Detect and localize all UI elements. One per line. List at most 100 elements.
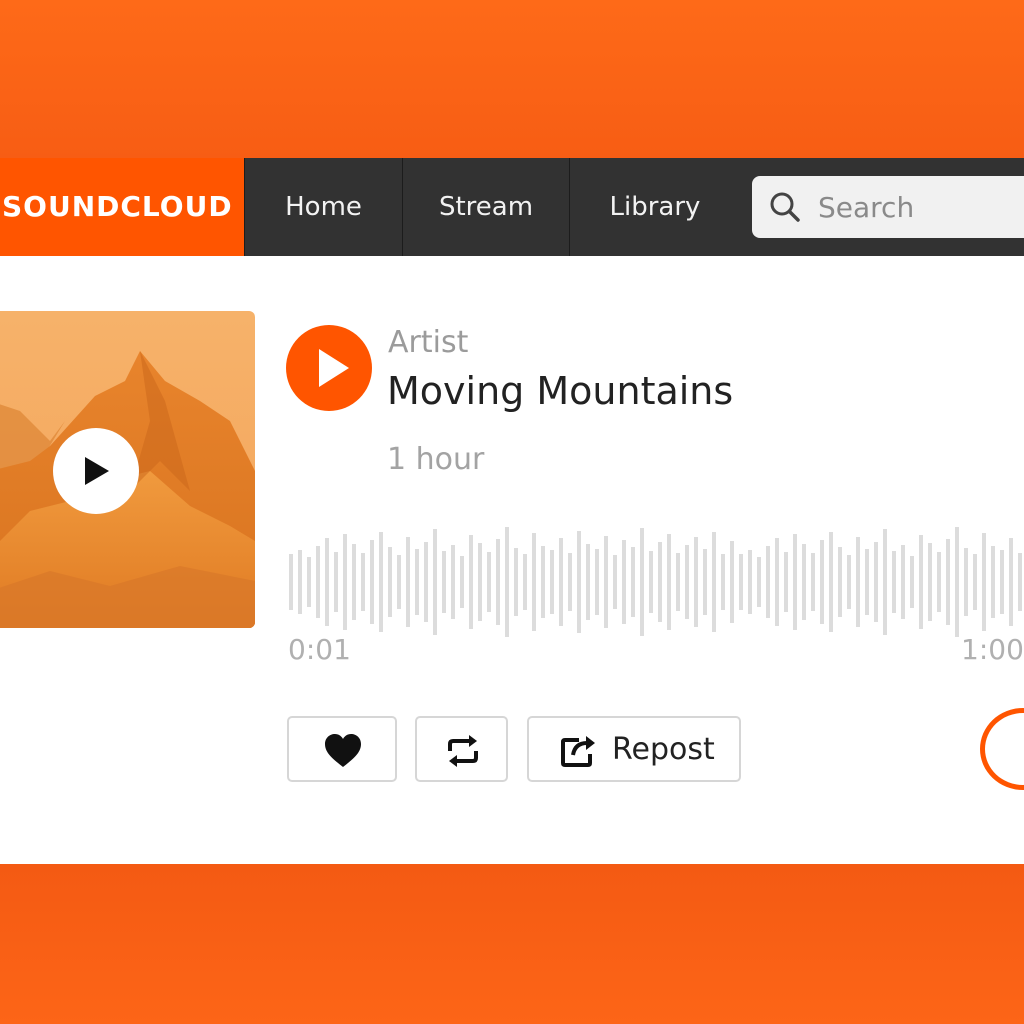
waveform-bar: [316, 546, 320, 618]
waveform-bar: [739, 554, 743, 610]
waveform-bar: [631, 547, 635, 617]
waveform-bar: [505, 527, 509, 637]
waveform-bar: [424, 542, 428, 622]
waveform-bar: [334, 552, 338, 612]
waveform-bar: [658, 542, 662, 622]
waveform-bar: [910, 556, 914, 608]
waveform-bar: [1000, 550, 1004, 614]
waveform-bar: [523, 554, 527, 610]
waveform-bar: [667, 534, 671, 630]
waveform-bar: [586, 544, 590, 620]
waveform-bar: [865, 549, 869, 615]
search-icon: [770, 192, 800, 222]
waveform-bar: [478, 543, 482, 621]
artwork-play-button[interactable]: [53, 428, 139, 514]
waveform-bar: [343, 534, 347, 630]
waveform-bar: [370, 540, 374, 624]
waveform-bar: [892, 551, 896, 613]
posted-time: 1 hour: [387, 442, 485, 477]
waveform-bar: [811, 553, 815, 611]
waveform-bar: [361, 553, 365, 611]
repost-label: Repost: [612, 732, 715, 767]
soundcloud-logo[interactable]: SOUNDCLOUD: [0, 158, 244, 256]
waveform-bar: [730, 541, 734, 623]
waveform-bar: [469, 535, 473, 629]
waveform-bar: [991, 546, 995, 618]
time-start: 0:01: [288, 633, 351, 666]
waveform-bar: [883, 529, 887, 635]
waveform-bar: [847, 555, 851, 609]
waveform-bar: [1009, 538, 1013, 626]
like-button[interactable]: [287, 716, 397, 782]
waveform-bar: [775, 538, 779, 626]
waveform-bar: [406, 537, 410, 627]
share-icon: [561, 736, 595, 767]
waveform-bar: [613, 555, 617, 609]
waveform-bar: [388, 547, 392, 617]
waveform-bar: [784, 552, 788, 612]
waveform-bar: [514, 548, 518, 616]
track-artwork[interactable]: [0, 311, 255, 628]
waveform-bar: [757, 557, 761, 607]
waveform-bar: [640, 528, 644, 636]
waveform-bar: [325, 538, 329, 626]
waveform-bar: [433, 529, 437, 635]
waveform-bar: [964, 548, 968, 616]
nav-stream[interactable]: Stream: [403, 158, 570, 256]
track-title[interactable]: Moving Mountains: [387, 369, 733, 413]
nav-library[interactable]: Library: [570, 158, 740, 256]
play-button[interactable]: [286, 325, 372, 411]
waveform-bar: [568, 553, 572, 611]
waveform[interactable]: [286, 522, 1024, 642]
search-box[interactable]: [752, 176, 1024, 238]
waveform-bar: [541, 546, 545, 618]
waveform-bar: [928, 543, 932, 621]
repost-icon-button[interactable]: [415, 716, 508, 782]
waveform-bar: [442, 551, 446, 613]
waveform-bar: [298, 550, 302, 614]
waveform-bar: [352, 544, 356, 620]
waveform-bar: [415, 549, 419, 615]
waveform-bar: [703, 549, 707, 615]
waveform-bar: [829, 532, 833, 632]
waveform-bar: [550, 550, 554, 614]
waveform-bar: [649, 551, 653, 613]
artist-name[interactable]: Artist: [388, 325, 468, 360]
waveform-bar: [820, 540, 824, 624]
waveform-bar: [712, 532, 716, 632]
waveform-bar: [748, 550, 752, 614]
repost-icon: [448, 735, 478, 767]
waveform-bar: [937, 552, 941, 612]
nav-home[interactable]: Home: [244, 158, 403, 256]
waveform-bar: [856, 537, 860, 627]
waveform-bar: [496, 539, 500, 625]
background-top: [0, 0, 1024, 158]
repost-button[interactable]: Repost: [527, 716, 741, 782]
waveform-bar: [577, 531, 581, 633]
heart-icon: [325, 734, 361, 767]
waveform-bar: [676, 553, 680, 611]
waveform-bar: [982, 533, 986, 631]
waveform-bar: [397, 555, 401, 609]
user-avatar-button[interactable]: [980, 708, 1024, 790]
waveform-bar: [973, 554, 977, 610]
waveform-bar: [955, 527, 959, 637]
waveform-bar: [874, 542, 878, 622]
time-end: 1:00: [961, 633, 1024, 666]
waveform-bar: [289, 554, 293, 610]
search-input[interactable]: [816, 186, 1024, 228]
waveform-bar: [604, 536, 608, 628]
waveform-bar: [595, 549, 599, 615]
waveform-bar: [1018, 553, 1022, 611]
waveform-bar: [946, 539, 950, 625]
waveform-bar: [766, 546, 770, 618]
background-bottom: [0, 864, 1024, 1024]
waveform-bar: [379, 532, 383, 632]
waveform-bar: [532, 533, 536, 631]
waveform-bar: [721, 554, 725, 610]
play-icon: [85, 457, 109, 485]
track-card: Artist Moving Mountains 1 hour 0:01 1:00…: [0, 256, 1024, 864]
waveform-bar: [559, 538, 563, 626]
waveform-bar: [685, 545, 689, 619]
waveform-bar: [307, 557, 311, 607]
